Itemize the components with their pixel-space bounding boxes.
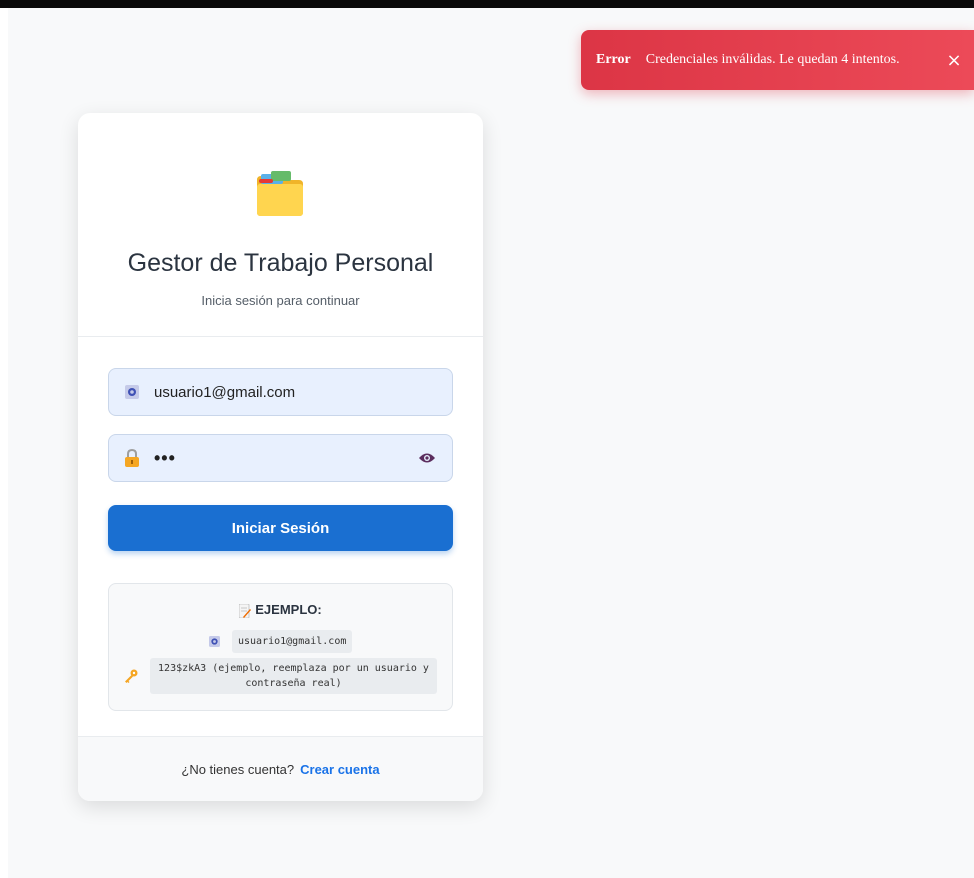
example-title-text: EJEMPLO: <box>255 602 322 617</box>
email-icon <box>109 385 154 399</box>
page-subtitle: Inicia sesión para continuar <box>201 293 360 308</box>
email-field[interactable] <box>108 368 453 416</box>
example-email-row: usuario1@gmail.com <box>209 630 353 653</box>
error-toast: Error Credenciales inválidas. Le quedan … <box>581 30 974 90</box>
close-icon[interactable]: × <box>934 50 974 71</box>
example-title: EJEMPLO: <box>109 602 452 618</box>
memo-icon <box>239 603 252 618</box>
example-box: EJEMPLO: usuario1@gmail.com 123$zkA3 (ej… <box>108 583 453 711</box>
top-border <box>0 0 974 8</box>
key-icon <box>124 669 138 683</box>
toast-message: Credenciales inválidas. Le quedan 4 inte… <box>645 52 900 67</box>
example-password-row: 123$zkA3 (ejemplo, reemplaza por un usua… <box>124 658 437 694</box>
password-input[interactable] <box>154 435 402 481</box>
left-border <box>0 8 8 878</box>
toast-title: Error <box>596 52 631 67</box>
eye-icon[interactable] <box>402 452 452 464</box>
folder-icon <box>257 171 303 216</box>
email-input[interactable] <box>154 369 452 415</box>
password-field[interactable] <box>108 434 453 482</box>
card-footer: ¿No tienes cuenta? Crear cuenta <box>78 736 483 801</box>
card-header: Gestor de Trabajo Personal Inicia sesión… <box>78 113 483 337</box>
email-icon <box>209 636 220 647</box>
signup-prompt: ¿No tienes cuenta? <box>181 761 295 777</box>
login-card: Gestor de Trabajo Personal Inicia sesión… <box>78 113 483 801</box>
page-title: Gestor de Trabajo Personal <box>127 249 434 277</box>
example-email: usuario1@gmail.com <box>232 630 353 653</box>
login-button[interactable]: Iniciar Sesión <box>108 505 453 551</box>
create-account-link[interactable]: Crear cuenta <box>300 762 379 777</box>
lock-icon <box>109 449 154 467</box>
example-password: 123$zkA3 (ejemplo, reemplaza por un usua… <box>150 658 437 694</box>
